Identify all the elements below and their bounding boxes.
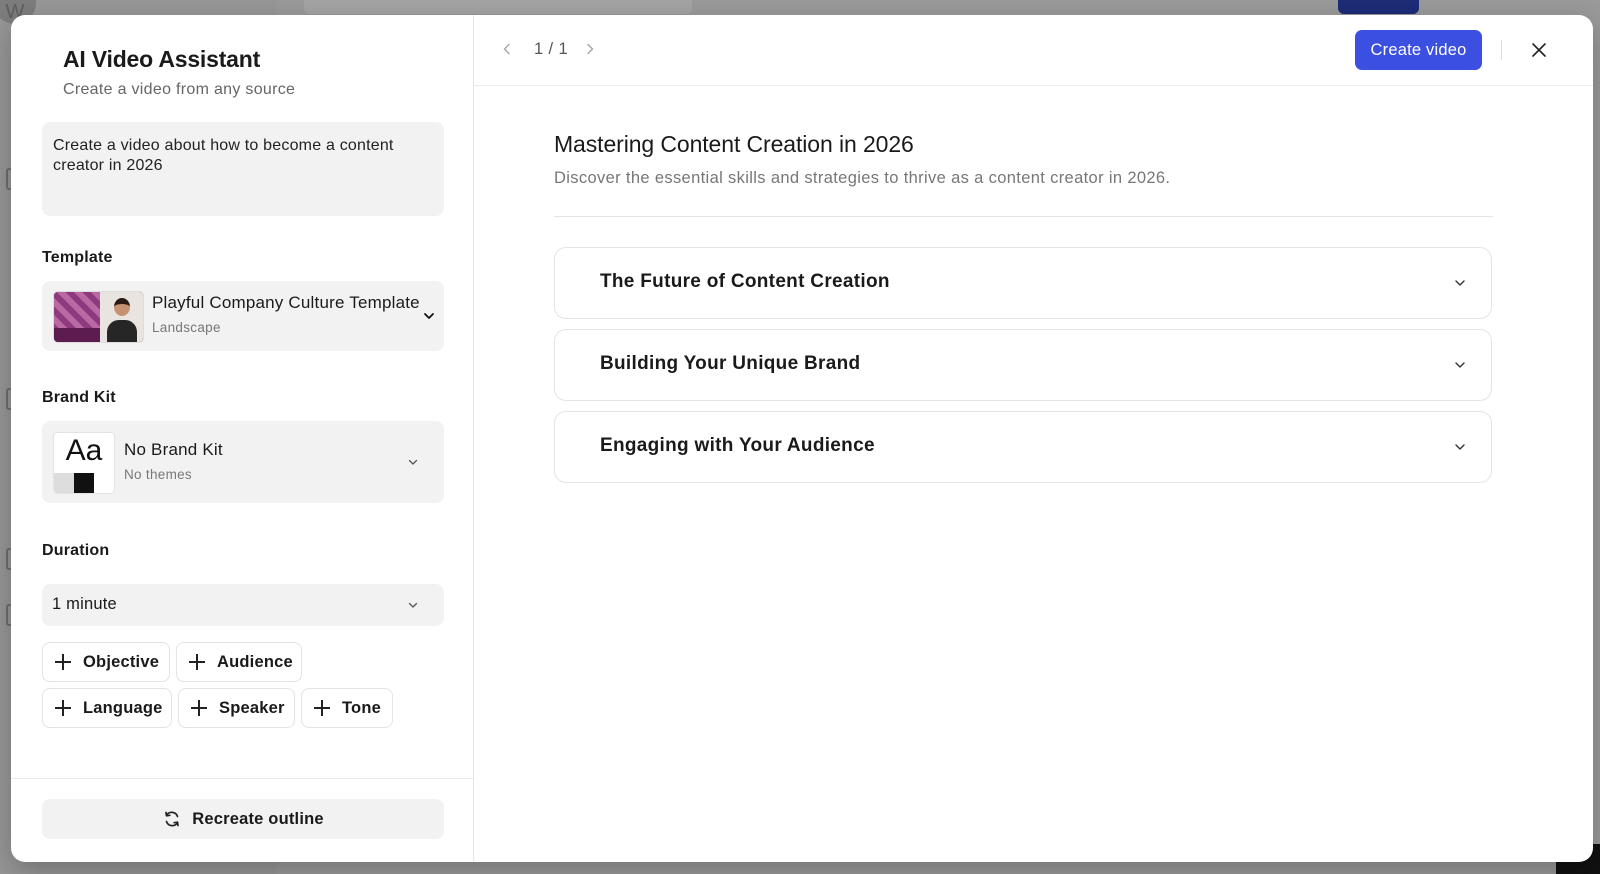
- template-label: Template: [42, 249, 113, 266]
- brand-kit-thumbnail: Aa: [53, 432, 115, 494]
- divider: [1501, 40, 1502, 60]
- chevron-down-icon: [1455, 444, 1465, 450]
- brand-kit-select[interactable]: Aa No Brand Kit No themes: [42, 421, 444, 503]
- prompt-textarea[interactable]: Create a video about how to become a con…: [42, 122, 444, 216]
- plus-icon: [190, 699, 208, 717]
- duration-select[interactable]: 1 minute: [42, 584, 444, 626]
- add-audience-button[interactable]: Audience: [176, 642, 302, 682]
- ai-video-assistant-modal: AI Video Assistant Create a video from a…: [11, 15, 1593, 862]
- brand-kit-sub: No themes: [124, 467, 192, 482]
- modal-subtitle: Create a video from any source: [63, 81, 296, 98]
- close-icon[interactable]: [1531, 42, 1547, 58]
- template-orientation: Landscape: [152, 320, 221, 335]
- create-video-button[interactable]: Create video: [1355, 30, 1482, 70]
- plus-icon: [54, 653, 72, 671]
- plus-icon: [188, 653, 206, 671]
- outline-section[interactable]: Building Your Unique Brand: [554, 329, 1492, 401]
- modal-title: AI Video Assistant: [63, 46, 261, 72]
- chevron-left-icon[interactable]: [500, 42, 514, 56]
- section-title: Building Your Unique Brand: [600, 353, 861, 374]
- section-title: The Future of Content Creation: [600, 271, 890, 292]
- chevron-right-icon[interactable]: [583, 42, 597, 56]
- chevron-down-icon: [408, 602, 418, 608]
- section-title: Engaging with Your Audience: [600, 435, 875, 456]
- settings-panel: AI Video Assistant Create a video from a…: [11, 15, 474, 862]
- page-indicator: 1 / 1: [534, 40, 569, 58]
- recreate-outline-label: Recreate outline: [192, 809, 324, 828]
- template-select[interactable]: Playful Company Culture Template Landsca…: [42, 281, 444, 351]
- add-language-button[interactable]: Language: [42, 688, 172, 728]
- outline-toolbar: 1 / 1 Create video: [474, 15, 1593, 86]
- add-tone-button[interactable]: Tone: [301, 688, 393, 728]
- duration-label: Duration: [42, 542, 110, 559]
- template-name: Playful Company Culture Template: [152, 293, 420, 312]
- chevron-down-icon: [408, 459, 418, 465]
- add-objective-button[interactable]: Objective: [42, 642, 170, 682]
- divider: [11, 778, 473, 779]
- outline-panel: 1 / 1 Create video Mastering Content Cre…: [474, 15, 1593, 862]
- background-search: [304, 0, 692, 14]
- brand-kit-name: No Brand Kit: [124, 440, 223, 459]
- chevron-down-icon: [424, 313, 434, 319]
- duration-value: 1 minute: [52, 595, 117, 613]
- chevron-down-icon: [1455, 280, 1465, 286]
- outline-description: Discover the essential skills and strate…: [554, 169, 1171, 187]
- divider: [554, 216, 1493, 217]
- background-create-button: [1338, 0, 1419, 14]
- plus-icon: [54, 699, 72, 717]
- plus-icon: [313, 699, 331, 717]
- outline-section[interactable]: The Future of Content Creation: [554, 247, 1492, 319]
- outline-title: Mastering Content Creation in 2026: [554, 131, 914, 157]
- add-speaker-button[interactable]: Speaker: [178, 688, 295, 728]
- chevron-down-icon: [1455, 362, 1465, 368]
- brand-kit-label: Brand Kit: [42, 389, 116, 406]
- recreate-outline-button[interactable]: Recreate outline: [42, 799, 444, 839]
- template-thumbnail: [53, 291, 144, 343]
- refresh-icon: [165, 811, 180, 827]
- outline-section[interactable]: Engaging with Your Audience: [554, 411, 1492, 483]
